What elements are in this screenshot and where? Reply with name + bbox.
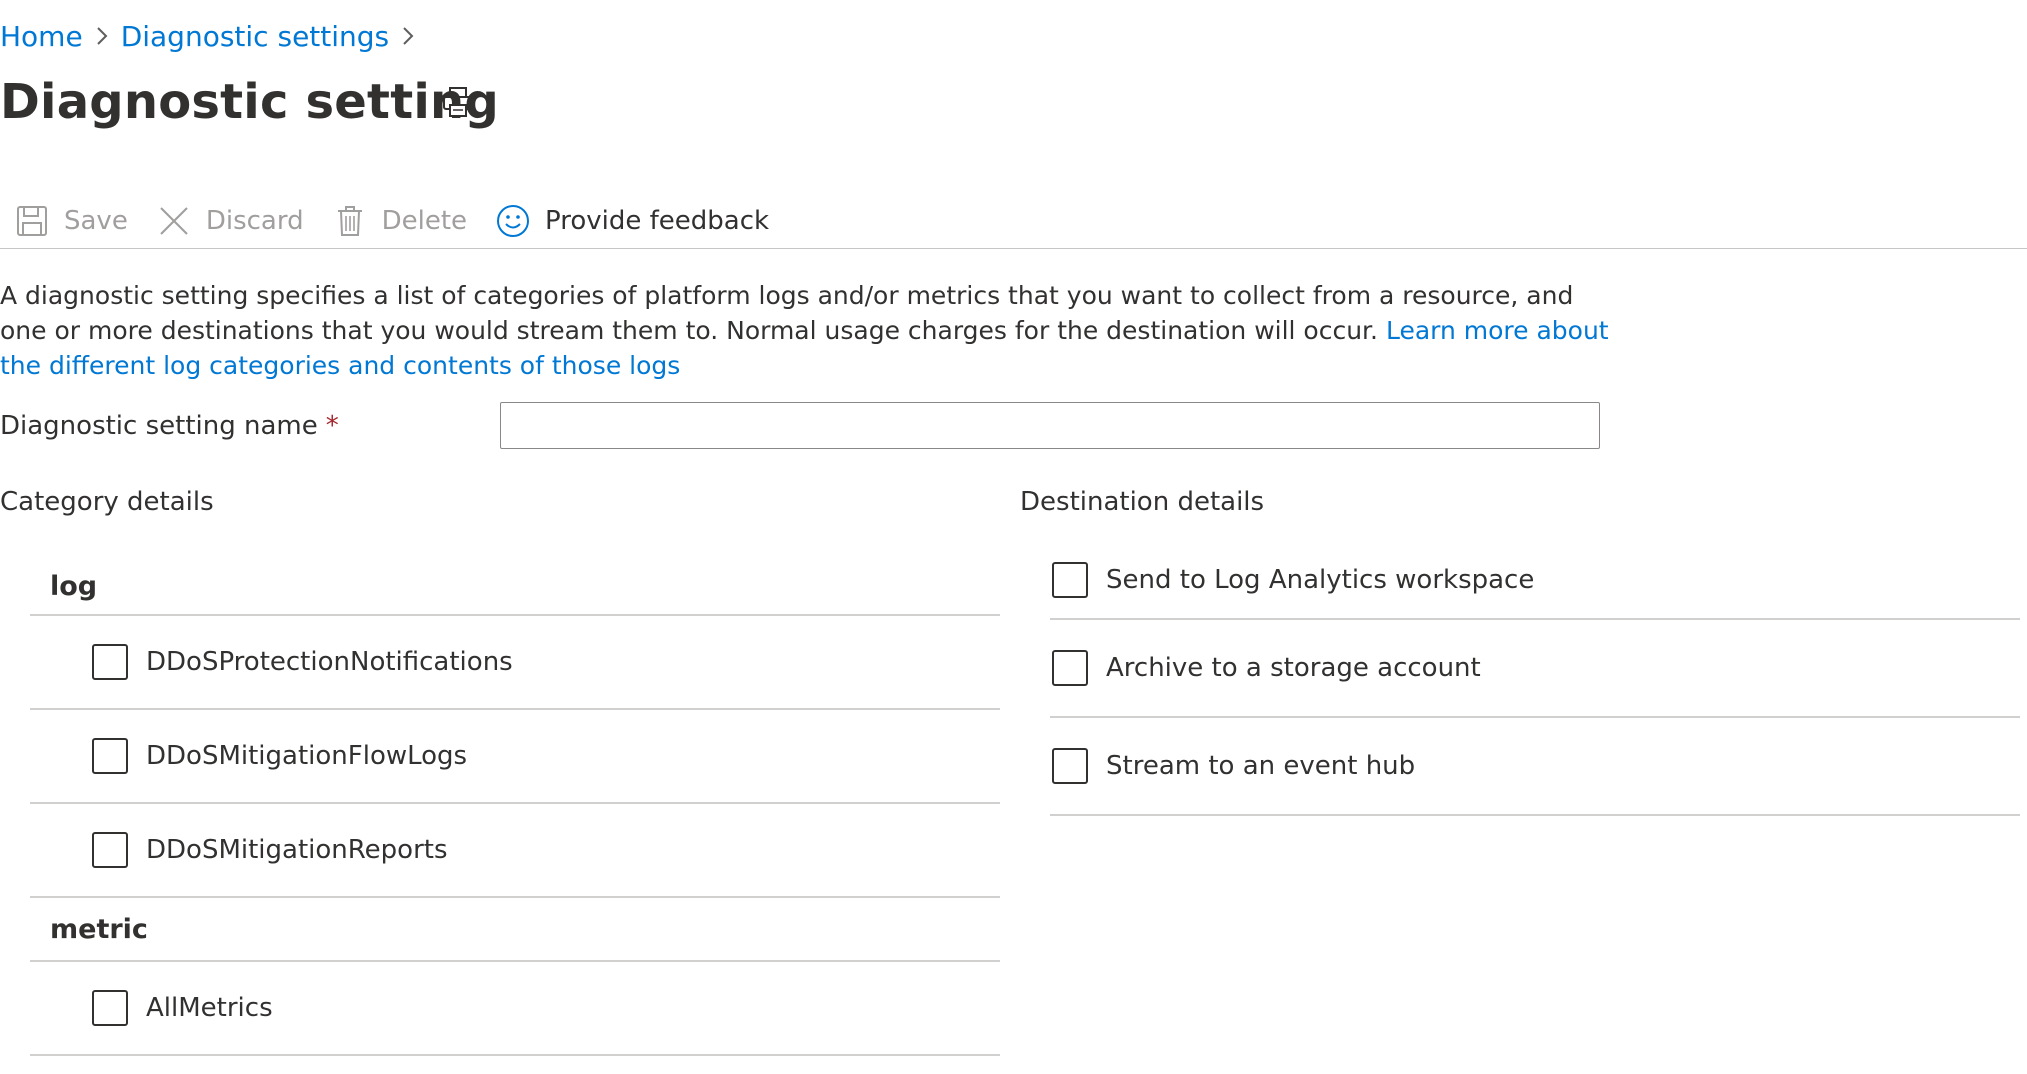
destination-details-heading: Destination details xyxy=(1020,487,1265,517)
category-row-ddos-mitigation-reports[interactable]: DDoSMitigationReports xyxy=(30,804,1000,898)
destination-label: Archive to a storage account xyxy=(1106,653,1481,683)
category-details-heading: Category details xyxy=(0,487,214,517)
metric-group-label: metric xyxy=(50,913,148,945)
destination-label: Send to Log Analytics workspace xyxy=(1106,565,1535,595)
save-button[interactable]: Save xyxy=(0,193,142,249)
checkbox[interactable] xyxy=(1052,650,1088,686)
save-label: Save xyxy=(64,205,128,236)
breadcrumb-home-link[interactable]: Home xyxy=(0,20,83,53)
command-bar: Save Discard Delete Provide feedback xyxy=(0,193,2027,249)
checkbox[interactable] xyxy=(1052,562,1088,598)
checkbox[interactable] xyxy=(1052,748,1088,784)
category-label: DDoSMitigationFlowLogs xyxy=(146,741,468,771)
print-icon[interactable] xyxy=(440,84,476,120)
chevron-right-icon xyxy=(389,18,427,54)
log-group-header: log xyxy=(30,558,1000,616)
provide-feedback-label: Provide feedback xyxy=(545,205,770,236)
delete-label: Delete xyxy=(381,205,468,236)
chevron-right-icon xyxy=(83,18,121,54)
diagnostic-setting-name-label: Diagnostic setting name * xyxy=(0,408,339,444)
category-label: AllMetrics xyxy=(146,993,273,1023)
destination-row-storage-account[interactable]: Archive to a storage account xyxy=(1050,620,2020,718)
discard-label: Discard xyxy=(205,205,304,236)
log-group-label: log xyxy=(50,570,98,602)
category-label: DDoSMitigationReports xyxy=(146,835,448,865)
destination-row-log-analytics[interactable]: Send to Log Analytics workspace xyxy=(1050,542,2020,620)
diagnostic-setting-name-input[interactable] xyxy=(500,402,1600,449)
delete-button[interactable]: Delete xyxy=(318,193,481,249)
save-icon xyxy=(14,203,50,239)
checkbox[interactable] xyxy=(92,644,128,680)
description-text: A diagnostic setting specifies a list of… xyxy=(0,278,1620,383)
breadcrumb: Home Diagnostic settings xyxy=(0,18,427,54)
category-row-all-metrics[interactable]: AllMetrics xyxy=(30,962,1000,1056)
category-label: DDoSProtectionNotifications xyxy=(146,647,513,677)
checkbox[interactable] xyxy=(92,738,128,774)
metric-group-header: metric xyxy=(30,898,1000,962)
name-label-text: Diagnostic setting name xyxy=(0,411,318,441)
destination-label: Stream to an event hub xyxy=(1106,751,1416,781)
checkbox[interactable] xyxy=(92,832,128,868)
discard-button[interactable]: Discard xyxy=(142,193,318,249)
checkbox[interactable] xyxy=(92,990,128,1026)
provide-feedback-button[interactable]: Provide feedback xyxy=(481,193,783,249)
description-body: A diagnostic setting specifies a list of… xyxy=(0,281,1574,345)
required-marker: * xyxy=(325,411,339,441)
page-title: Diagnostic setting xyxy=(0,74,499,130)
destination-row-event-hub[interactable]: Stream to an event hub xyxy=(1050,718,2020,816)
smiley-icon xyxy=(495,203,531,239)
breadcrumb-diagnostic-settings-link[interactable]: Diagnostic settings xyxy=(121,20,389,53)
close-icon xyxy=(156,203,192,239)
category-row-ddos-mitigation-flow-logs[interactable]: DDoSMitigationFlowLogs xyxy=(30,710,1000,804)
category-row-ddos-protection-notifications[interactable]: DDoSProtectionNotifications xyxy=(30,616,1000,710)
trash-icon xyxy=(332,203,368,239)
